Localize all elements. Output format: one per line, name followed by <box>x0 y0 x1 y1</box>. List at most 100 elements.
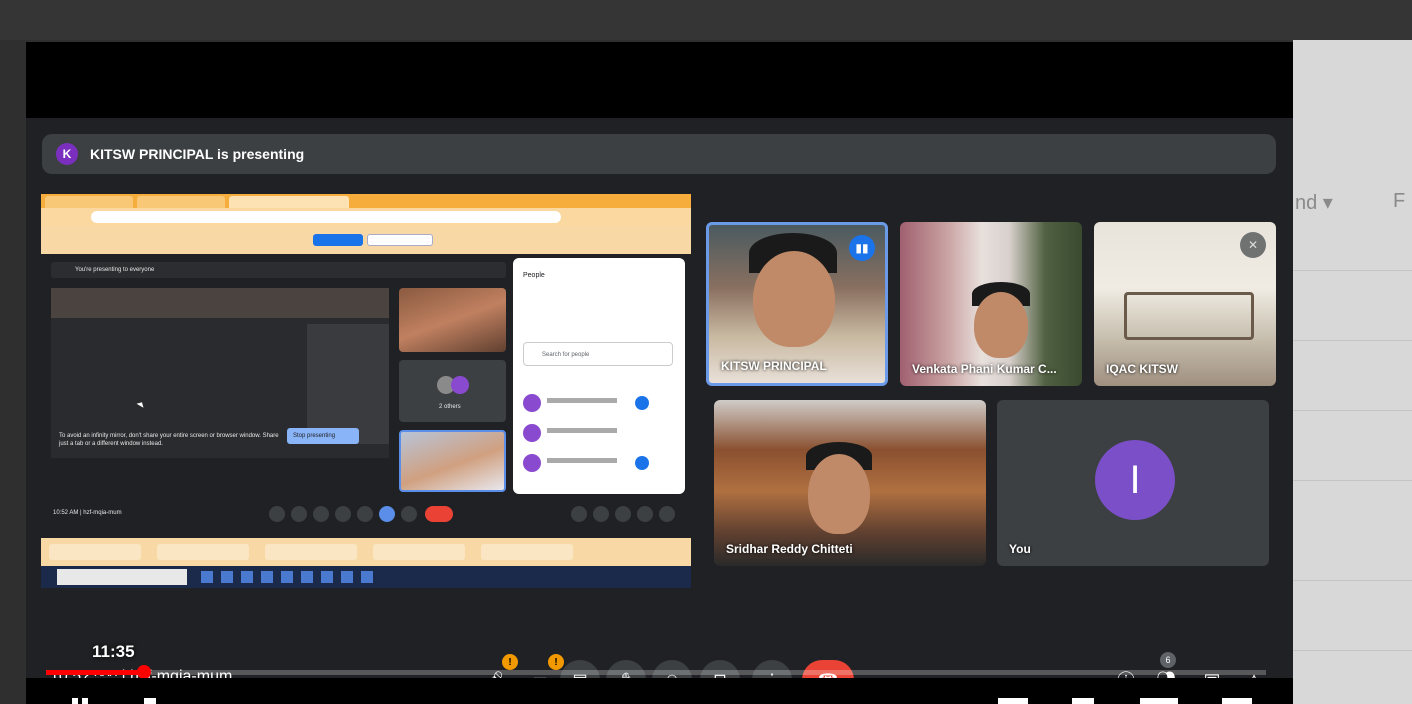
participant-name: Sridhar Reddy Chitteti <box>726 542 853 556</box>
pause-icon[interactable] <box>82 698 88 704</box>
video-controls-bar <box>26 678 1293 704</box>
inner-ctrl-dot <box>291 506 307 522</box>
inner-mirror-warning: To avoid an infinity mirror, don't share… <box>59 433 279 447</box>
inner-people-title: People <box>523 272 545 279</box>
participant-tile-kitsw-principal[interactable]: ▮▮ KITSW PRINCIPAL <box>706 222 888 386</box>
your-avatar: I <box>1095 440 1175 520</box>
inner-ctrl-dot <box>379 506 395 522</box>
inner-presenting-notice: You're presenting to everyone <box>75 267 155 273</box>
participant-name: KITSW PRINCIPAL <box>721 359 827 373</box>
download-item <box>49 544 141 560</box>
browser-info-bar <box>41 226 691 254</box>
download-item <box>481 544 573 560</box>
video-progress-bar[interactable] <box>46 665 1266 679</box>
mouse-pointer-icon <box>136 400 146 408</box>
inner-ctrl-dot <box>357 506 373 522</box>
windows-taskbar <box>41 566 691 588</box>
browser-top-area <box>0 0 1412 40</box>
participant-face <box>974 292 1028 358</box>
address-bar <box>91 211 561 223</box>
info-bar-button <box>313 234 363 246</box>
inner-time-label: 10:52 AM | hzf-mqia-mum <box>53 510 122 516</box>
taskbar-search <box>57 569 187 585</box>
inner-ctrl-dot <box>637 506 653 522</box>
inner-people-row <box>523 452 673 476</box>
video-played-bar <box>46 670 144 675</box>
inner-person-name <box>547 428 617 433</box>
inner-person-name <box>547 458 617 463</box>
inner-control-bar: 10:52 AM | hzf-mqia-mum <box>51 502 691 526</box>
conference-table <box>1124 292 1254 340</box>
inner-ctrl-dot <box>571 506 587 522</box>
camera-warning-badge: ! <box>548 654 564 670</box>
inner-presenting-bar: You're presenting to everyone <box>51 262 506 278</box>
subtitles-icon[interactable] <box>998 698 1028 704</box>
downloads-bar <box>41 538 691 566</box>
inner-stop-presenting-button: Stop presenting <box>287 428 359 444</box>
inner-ctrl-dot <box>615 506 631 522</box>
browser-tab <box>45 196 133 208</box>
background-divider <box>1293 340 1412 341</box>
speaking-indicator-icon: ▮▮ <box>849 235 875 261</box>
inner-ctrl-dot <box>269 506 285 522</box>
inner-ctrl-dot <box>401 506 417 522</box>
presenting-banner: K KITSW PRINCIPAL is presenting <box>42 134 1276 174</box>
download-item <box>265 544 357 560</box>
inner-others-tile: 2 others <box>399 360 506 422</box>
inner-person-icon <box>635 456 649 470</box>
download-item <box>157 544 249 560</box>
inner-ctrl-dot <box>659 506 675 522</box>
background-page: nd ▾ F <box>1293 40 1412 704</box>
participant-tile-iqac-kitsw[interactable]: ✕ IQAC KITSW <box>1094 222 1276 386</box>
mic-warning-badge: ! <box>502 654 518 670</box>
taskbar-app-icon <box>361 571 373 583</box>
theater-mode-icon[interactable] <box>1140 698 1178 704</box>
volume-icon[interactable] <box>144 698 156 704</box>
participant-name: IQAC KITSW <box>1106 362 1178 376</box>
fullscreen-icon[interactable] <box>1222 698 1252 704</box>
inner-person-icon <box>635 396 649 410</box>
participant-tile-you[interactable]: I You <box>997 400 1269 566</box>
inner-person-avatar <box>523 454 541 472</box>
inner-meet-view: You're presenting to everyone To avoid a… <box>41 254 691 532</box>
inner-mirror-panel <box>307 324 389 444</box>
people-count-badge: 6 <box>1160 652 1176 668</box>
participant-name: Venkata Phani Kumar C... <box>912 362 1057 376</box>
video-scrub-handle[interactable] <box>136 665 151 679</box>
info-bar-button <box>367 234 433 246</box>
background-divider <box>1293 580 1412 581</box>
inner-participant-tile <box>399 288 506 352</box>
inner-participant-tile <box>399 430 506 492</box>
browser-address-row <box>41 208 691 226</box>
screen: nd ▾ F K KITSW PRINCIPAL is presenting Y… <box>0 0 1412 704</box>
video-player[interactable]: K KITSW PRINCIPAL is presenting You're p… <box>26 42 1293 704</box>
pause-icon[interactable] <box>72 698 78 704</box>
taskbar-app-icon <box>241 571 253 583</box>
taskbar-app-icon <box>341 571 353 583</box>
inner-stop-label: Stop presenting <box>293 433 336 439</box>
google-meet-window: K KITSW PRINCIPAL is presenting You're p… <box>26 118 1293 704</box>
background-divider <box>1293 650 1412 651</box>
presenter-avatar: K <box>56 143 78 165</box>
participant-tile-venkata[interactable]: Venkata Phani Kumar C... <box>900 222 1082 386</box>
inner-person-avatar <box>523 424 541 442</box>
inner-people-row <box>523 392 673 416</box>
browser-tab <box>137 196 225 208</box>
participant-name: You <box>1009 542 1031 556</box>
background-divider <box>1293 270 1412 271</box>
mic-off-icon: ✕ <box>1240 232 1266 258</box>
inner-end-call <box>425 506 453 522</box>
browser-tab-strip <box>41 194 691 208</box>
inner-ctrl-dot <box>593 506 609 522</box>
scrub-time-tooltip: 11:35 <box>92 642 135 661</box>
participant-tile-sridhar[interactable]: Sridhar Reddy Chitteti <box>714 400 986 566</box>
taskbar-app-icon <box>261 571 273 583</box>
background-column-label-2: F <box>1393 190 1406 212</box>
inner-person-name <box>547 398 617 403</box>
settings-icon[interactable] <box>1072 698 1094 704</box>
taskbar-app-icon <box>201 571 213 583</box>
inner-mirror-view: To avoid an infinity mirror, don't share… <box>51 288 389 458</box>
participant-face <box>753 251 835 347</box>
inner-people-panel: People Search for people <box>513 258 685 494</box>
participant-face <box>808 454 870 534</box>
